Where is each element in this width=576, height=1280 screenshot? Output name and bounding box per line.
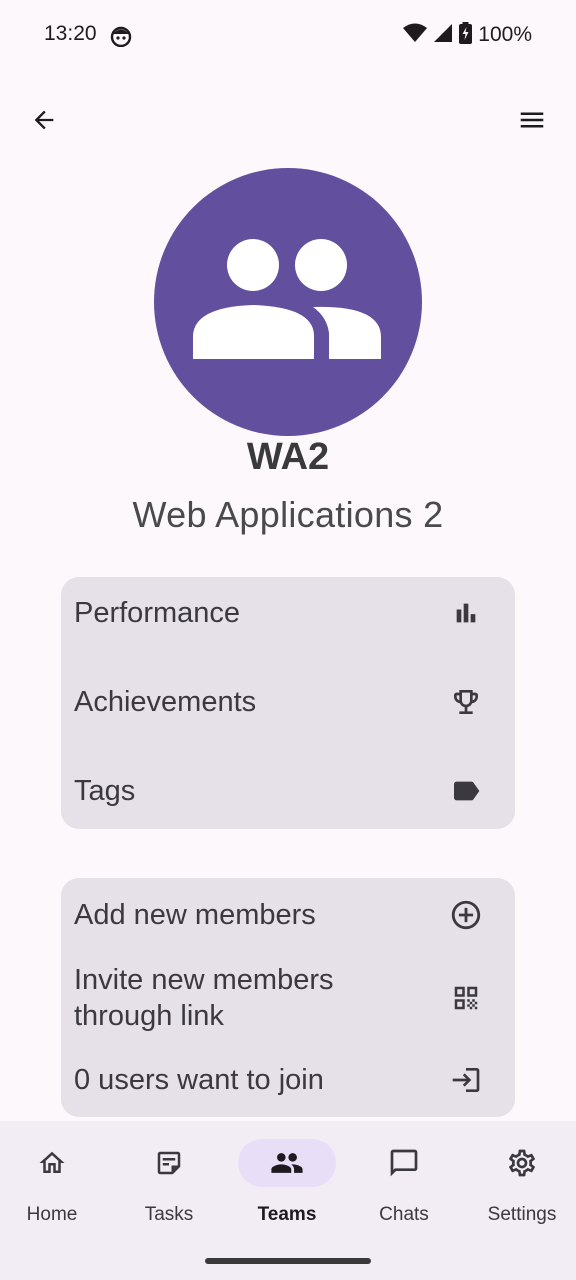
nav-settings-label: Settings xyxy=(487,1204,557,1225)
hamburger-menu-icon xyxy=(520,112,544,128)
status-bar: 13:20 100% xyxy=(0,0,576,72)
nav-tasks[interactable]: Tasks xyxy=(114,1139,224,1249)
add-members-label: Add new members xyxy=(74,899,316,931)
bar-chart-icon xyxy=(449,596,483,630)
tasks-icon xyxy=(157,1151,181,1175)
qr-code-icon xyxy=(449,981,483,1015)
nav-home-label: Home xyxy=(26,1204,78,1225)
debug-face-icon xyxy=(110,25,132,48)
nav-tasks-label: Tasks xyxy=(144,1204,194,1225)
arrow-back-icon xyxy=(34,110,54,130)
status-time: 13:20 xyxy=(44,22,97,45)
nav-teams-label: Teams xyxy=(257,1204,317,1225)
menu-button[interactable] xyxy=(508,96,556,144)
home-icon xyxy=(39,1151,65,1173)
back-button[interactable] xyxy=(20,96,68,144)
performance-row[interactable]: Performance xyxy=(61,591,515,635)
battery-percent: 100% xyxy=(478,23,532,46)
add-circle-icon xyxy=(449,898,483,932)
status-icons: 100% xyxy=(403,20,532,50)
trophy-icon xyxy=(449,685,483,719)
invite-link-label: Invite new members through link xyxy=(74,964,334,1032)
team-stats-card: Performance Achievements Tags xyxy=(61,577,515,829)
top-app-bar xyxy=(0,88,576,152)
bottom-navigation: Home Tasks Teams Chats Settings xyxy=(0,1121,576,1280)
nav-chats-label: Chats xyxy=(379,1204,429,1225)
team-avatar xyxy=(154,168,422,436)
tag-icon xyxy=(449,774,483,808)
nav-teams[interactable]: Teams xyxy=(232,1139,342,1249)
wifi-icon xyxy=(403,23,428,48)
nav-chats[interactable]: Chats xyxy=(349,1139,459,1249)
nav-settings[interactable]: Settings xyxy=(467,1139,576,1249)
achievements-row[interactable]: Achievements xyxy=(61,680,515,724)
join-requests-label: 0 users want to join xyxy=(74,1064,324,1096)
nav-home[interactable]: Home xyxy=(0,1139,107,1249)
add-members-row[interactable]: Add new members xyxy=(61,893,515,937)
tags-row[interactable]: Tags xyxy=(61,769,515,813)
battery-charging-icon xyxy=(459,21,473,49)
chat-icon xyxy=(390,1149,418,1177)
login-icon xyxy=(449,1063,483,1097)
home-gesture-bar[interactable] xyxy=(205,1258,371,1264)
join-requests-row[interactable]: 0 users want to join xyxy=(61,1058,515,1102)
groups-avatar-icon xyxy=(193,239,381,359)
groups-icon xyxy=(271,1153,303,1173)
tags-label: Tags xyxy=(74,775,136,807)
team-full-name: Web Applications 2 xyxy=(132,494,444,535)
invite-link-row[interactable]: Invite new members through link xyxy=(61,962,515,1034)
team-short-name: WA2 xyxy=(246,436,330,478)
members-card: Add new members Invite new members throu… xyxy=(61,878,515,1117)
achievements-label: Achievements xyxy=(74,686,257,718)
gear-icon xyxy=(509,1149,535,1177)
performance-label: Performance xyxy=(74,597,241,629)
cell-signal-icon xyxy=(433,23,453,48)
